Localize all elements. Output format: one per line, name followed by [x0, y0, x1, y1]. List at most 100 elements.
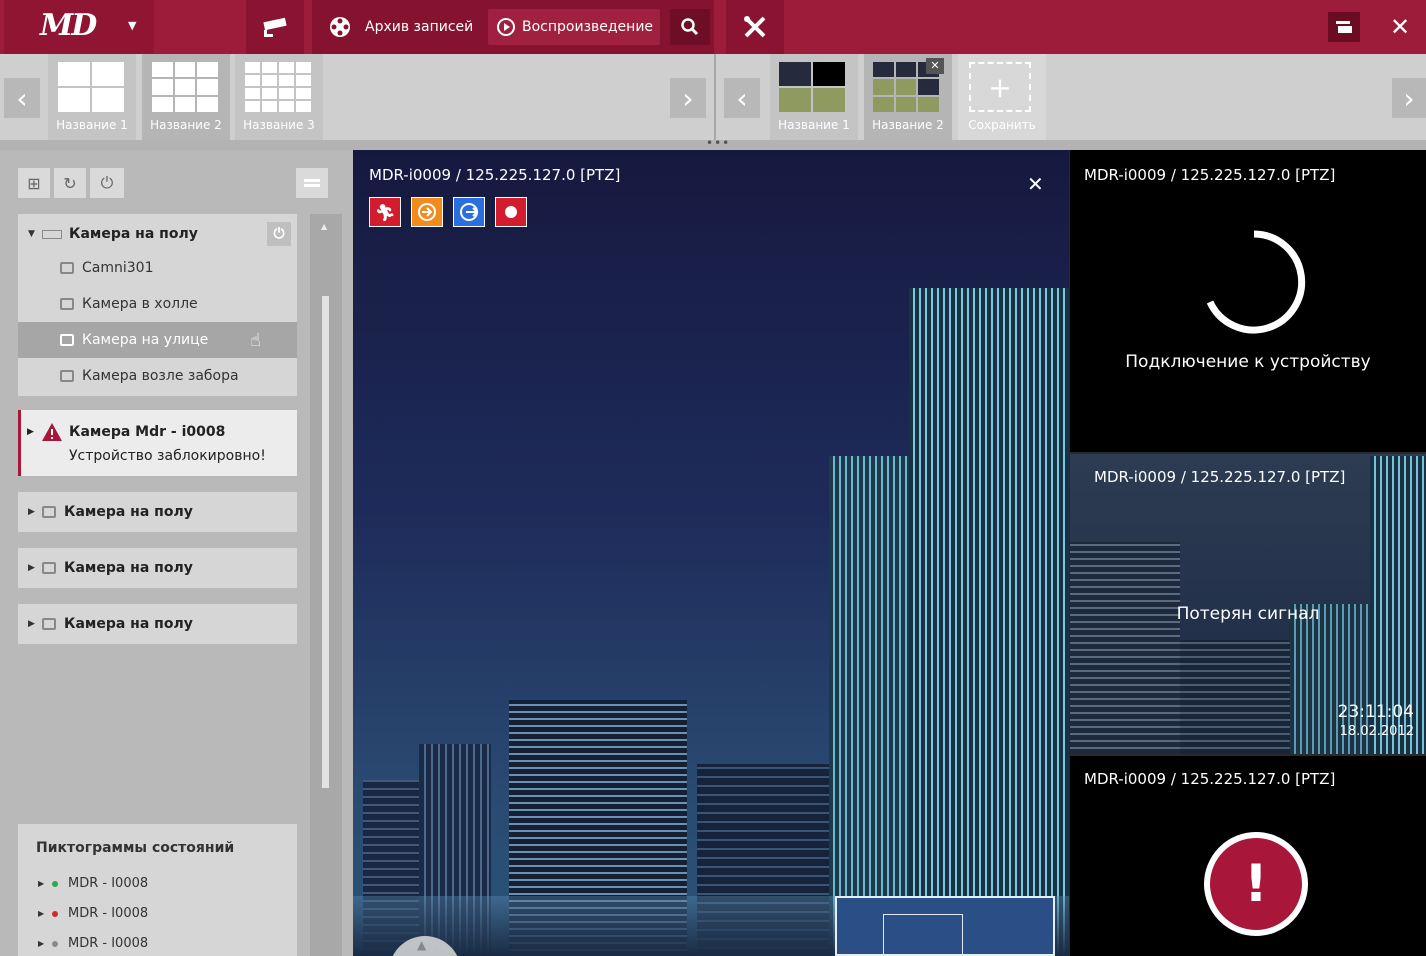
layout-thumb-3[interactable]: Название 3: [235, 54, 323, 140]
settings-button[interactable]: [726, 0, 784, 54]
cctv-camera-icon: [263, 17, 287, 37]
chevron-up-icon: ▲: [417, 938, 427, 952]
camera-item-label: Камера возле забора: [82, 368, 239, 384]
legend-title: Пиктограммы состояний: [36, 840, 235, 856]
camera-group-collapsed[interactable]: ▶ Камера на полу: [18, 492, 297, 532]
legend-item-label: MDR - I0008: [68, 936, 149, 951]
archive-tab[interactable]: Архив записей: [328, 9, 473, 45]
camera-cell-error[interactable]: MDR-i0009 / 125.225.127.0 [PTZ] !: [1070, 756, 1426, 956]
camera-item[interactable]: Камера возле забора: [18, 358, 297, 394]
loading-spinner-icon: [1206, 230, 1306, 334]
window-mode-button[interactable]: [1328, 12, 1360, 42]
alert-message: Устройство заблокировно!: [69, 448, 266, 464]
ptz-preview[interactable]: [835, 896, 1055, 956]
chevron-right-icon: ›: [682, 81, 694, 115]
power-icon: ⏻: [273, 226, 285, 242]
group-power-button[interactable]: ⏻: [267, 222, 291, 246]
close-app-button[interactable]: ✕: [1382, 0, 1418, 54]
saved-next-button[interactable]: ›: [1392, 78, 1426, 118]
camera-group-header: ▶ Камера на полу: [18, 492, 297, 532]
menu-icon: [304, 179, 320, 187]
close-icon: ✕: [1027, 172, 1044, 196]
power-icon: ⏻: [100, 173, 114, 192]
chevron-right-icon: ›: [1403, 81, 1415, 115]
error-alert-icon: !: [1204, 832, 1308, 936]
close-view-button[interactable]: ✕: [1027, 172, 1044, 196]
saved-layout-2[interactable]: ✕ Название 2: [864, 54, 952, 140]
chevron-left-icon: ‹: [736, 81, 748, 115]
collapse-button[interactable]: [296, 168, 328, 198]
camera-group-header: ▶ Камера на полу: [18, 548, 297, 588]
expand-right-icon: ▶: [28, 619, 35, 629]
playback-tab[interactable]: Воспроизведение: [488, 9, 660, 45]
power-toggle-button[interactable]: ⏻: [90, 168, 124, 198]
layout-3x3-icon: [152, 62, 218, 112]
camera-group-collapsed[interactable]: ▶ Камера на полу: [18, 548, 297, 588]
logo-menu[interactable]: MD ▼: [4, 0, 154, 54]
save-layout-button[interactable]: + Сохранить: [958, 54, 1046, 140]
refresh-button[interactable]: ↻: [54, 168, 86, 198]
remove-layout-button[interactable]: ✕: [926, 58, 944, 74]
film-reel-icon: [330, 17, 350, 37]
grid-icon: ⊞: [27, 173, 41, 193]
scroll-up-icon[interactable]: ▲: [321, 222, 327, 231]
play-circle-icon: [497, 18, 515, 36]
building: [1070, 542, 1180, 754]
building: [1180, 640, 1290, 754]
search-button[interactable]: [670, 9, 710, 45]
camera-item-selected[interactable]: Камера на улице ☝: [18, 322, 297, 358]
drag-handle-icon[interactable]: •••: [706, 136, 730, 150]
saved-layout-label: Название 2: [872, 118, 944, 132]
record-button[interactable]: [495, 197, 527, 227]
camera-icon: [60, 334, 74, 346]
camera-group-header[interactable]: ▼ Камера на полу ⏻: [18, 214, 297, 254]
sidebar-scrollbar[interactable]: ▲: [310, 214, 342, 956]
camera-cell-connecting[interactable]: MDR-i0009 / 125.225.127.0 [PTZ] Подключе…: [1070, 150, 1426, 452]
legend-item: ▶ MDR - I0008: [38, 906, 148, 921]
status-error-dot: [52, 910, 58, 917]
scrollbar-thumb[interactable]: [322, 296, 329, 788]
main-view-title: MDR-i0009 / 125.225.127.0 [PTZ]: [369, 166, 621, 184]
legend-item-label: MDR - I0008: [68, 906, 149, 921]
camera-group-header: ▶ Камера на полу: [18, 604, 297, 644]
camera-icon: [60, 370, 74, 382]
camera-cell-signal-lost[interactable]: MDR-i0009 / 125.225.127.0 [PTZ] Потерян …: [1070, 454, 1426, 754]
ptz-frame[interactable]: [883, 914, 963, 956]
layout-thumb-1[interactable]: Название 1: [48, 54, 136, 140]
camera-item[interactable]: Camni301: [18, 250, 297, 286]
camera-group-collapsed[interactable]: ▶ Камера на полу: [18, 604, 297, 644]
layout-thumb-label: Название 3: [243, 118, 315, 132]
chevron-down-icon: ▼: [128, 19, 137, 32]
camera-icon: [60, 298, 74, 310]
camera-group-title: Камера на полу: [64, 560, 193, 576]
camera-icon: [42, 506, 56, 518]
camera-item[interactable]: Камера в холле: [18, 286, 297, 322]
layouts-next-button[interactable]: ›: [670, 78, 706, 118]
saved-layout-1[interactable]: Название 1: [770, 54, 858, 140]
output-event-button[interactable]: [453, 197, 485, 227]
saved-prev-button[interactable]: ‹: [724, 78, 760, 118]
camera-group-title: Камера на полу: [69, 226, 198, 242]
timestamp-date: 18.02.2012: [1339, 724, 1414, 739]
hand-cursor-icon: ☝: [250, 330, 261, 351]
saved-layout-label: Название 1: [778, 118, 850, 132]
layout-thumb-label: Название 1: [56, 118, 128, 132]
alert-header: ▶ Камера Mdr - i0008: [27, 422, 225, 442]
close-icon: ✕: [930, 59, 940, 72]
add-to-grid-button[interactable]: ⊞: [18, 168, 50, 198]
record-icon: [505, 206, 517, 218]
input-event-button[interactable]: [411, 197, 443, 227]
archive-tab-label: Архив записей: [365, 19, 474, 35]
expand-right-icon: ▶: [28, 507, 35, 517]
layout-thumb-label: Название 2: [150, 118, 222, 132]
motion-alarm-button[interactable]: 🏃︎: [369, 197, 401, 227]
camera-item-label: Камера в холле: [82, 296, 198, 312]
plus-icon: +: [969, 62, 1031, 112]
legend-item: ▶ MDR - I0008: [38, 936, 148, 951]
camera-item-label: Camni301: [82, 260, 154, 276]
layout-thumb-2[interactable]: Название 2: [142, 54, 230, 140]
main-camera-view[interactable]: MDR-i0009 / 125.225.127.0 [PTZ] ✕ 🏃︎ ▲: [353, 150, 1069, 956]
layouts-prev-button[interactable]: ‹: [4, 78, 40, 118]
camera-view-button[interactable]: [246, 0, 304, 54]
alert-panel[interactable]: ▶ Камера Mdr - i0008 Устройство заблокир…: [18, 410, 297, 476]
